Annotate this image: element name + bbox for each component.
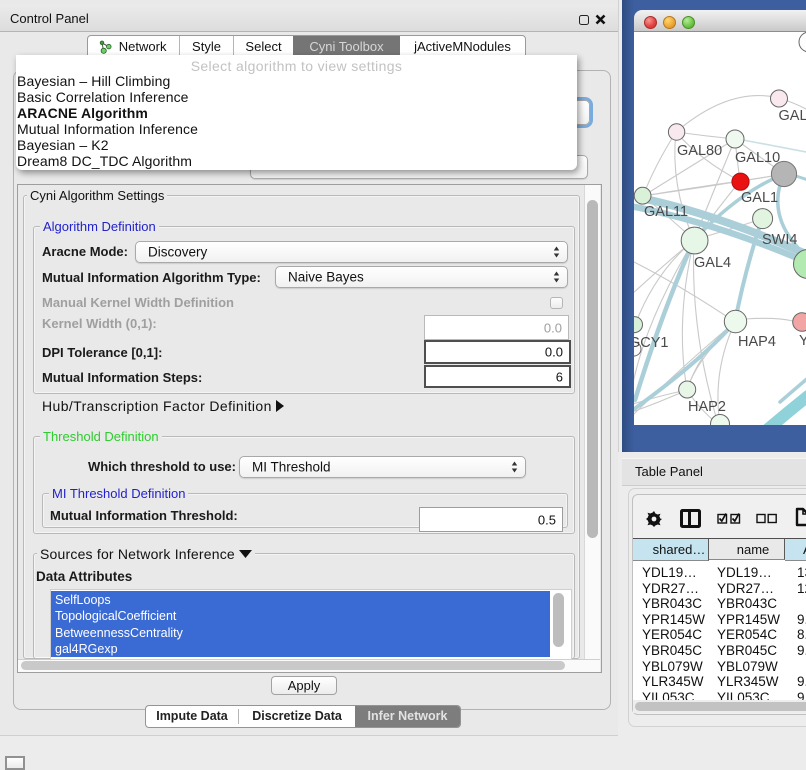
svg-text:GAL80: GAL80 [677,143,722,159]
svg-text:GAL4: GAL4 [694,255,731,271]
svg-text:GAL1: GAL1 [741,190,778,206]
svg-text:GAL11: GAL11 [644,204,688,220]
svg-text:GAL10: GAL10 [735,150,780,166]
svg-text:GCY1: GCY1 [634,335,669,351]
svg-text:HAP2: HAP2 [688,399,726,415]
svg-text:Y: Y [799,333,806,349]
svg-text:HAP4: HAP4 [738,334,776,350]
svg-text:SWI4: SWI4 [762,232,797,248]
svg-text:GAL: GAL [779,108,806,124]
